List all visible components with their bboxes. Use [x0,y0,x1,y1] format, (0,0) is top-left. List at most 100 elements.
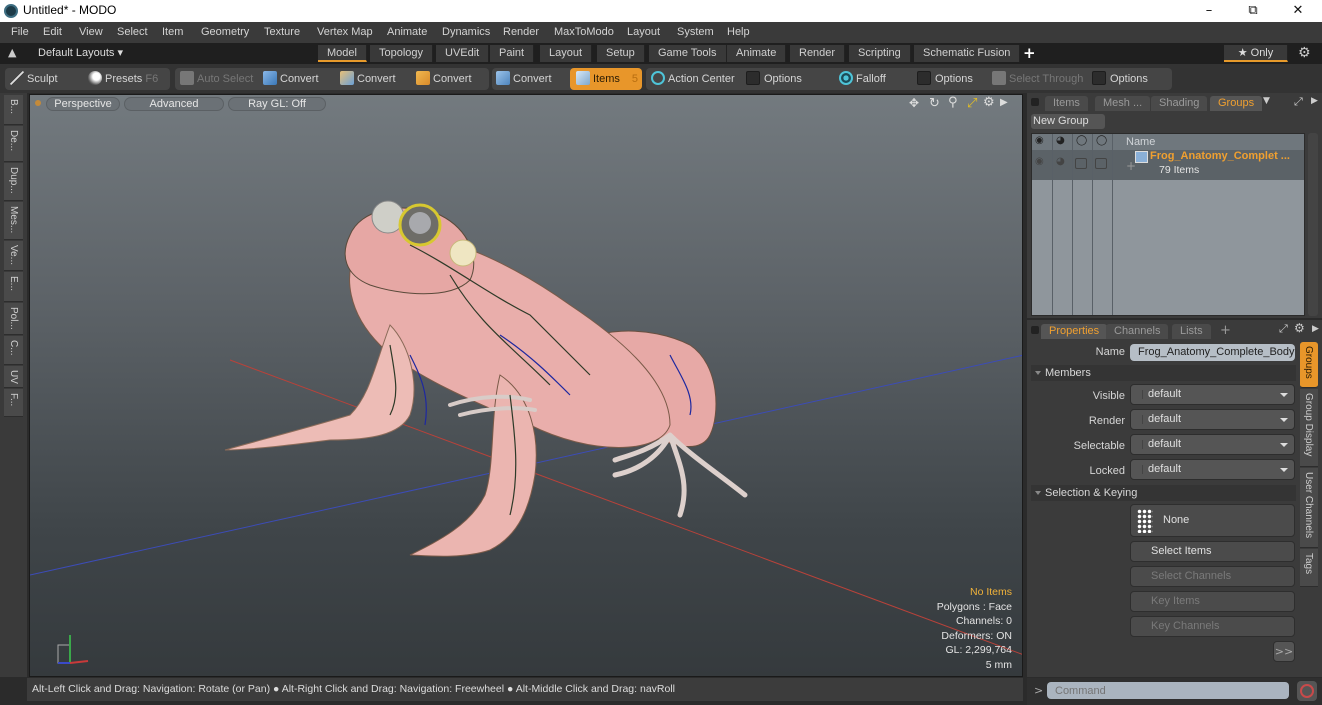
palette-tab-mesh-edit[interactable]: Mes... [4,202,23,240]
palette-tab-duplicate[interactable]: Dup... [4,163,23,201]
palette-tab-uv[interactable]: UV [4,366,23,388]
menu-vertex-map[interactable]: Vertex Map [317,26,373,38]
side-tab-user-channels[interactable]: User Channels [1300,468,1318,548]
menu-maxtomodo[interactable]: MaxToModo [554,26,614,38]
palette-tab-vertex[interactable]: Ve... [4,241,23,271]
menu-animate[interactable]: Animate [387,26,427,38]
falloff-button[interactable]: Falloff [839,68,886,90]
more-button[interactable]: >> [1273,641,1295,662]
select-channels-button[interactable]: Select Channels [1130,566,1295,587]
menu-select[interactable]: Select [117,26,148,38]
tab-animate[interactable]: Animate [727,45,787,62]
layout-collapse-icon[interactable]: ▲ [8,46,16,59]
convert-edges-button[interactable]: Convert [340,68,396,90]
members-section-header[interactable]: Members [1031,365,1296,381]
menu-item[interactable]: Item [162,26,183,38]
items-mode-button[interactable]: Items 5 [570,68,642,90]
command-input[interactable] [1047,682,1289,699]
menu-texture[interactable]: Texture [264,26,300,38]
lock-column-icon[interactable]: ◯ [1096,135,1107,146]
menu-geometry[interactable]: Geometry [201,26,249,38]
tab-groups[interactable]: Groups [1210,96,1263,111]
tab-game-tools[interactable]: Game Tools [649,45,727,62]
select-toggle[interactable] [1075,158,1087,169]
groups-scrollbar[interactable] [1308,133,1318,316]
new-group-button[interactable]: New Group [1031,114,1105,129]
menu-render[interactable]: Render [503,26,539,38]
select-column-icon[interactable]: ◯ [1076,135,1087,146]
panel-expand-icon[interactable]: ▶ [1311,96,1318,106]
tab-lists[interactable]: Lists [1172,324,1211,339]
add-tab-button[interactable]: + [1220,323,1231,338]
3d-viewport[interactable]: Perspective Advanced Ray GL: Off ✥ ↻ ⚲ ⤢… [29,94,1023,677]
restore-button[interactable]: ⧉ [1230,0,1276,22]
key-items-button[interactable]: Key Items [1130,591,1295,612]
render-dropdown[interactable]: default [1130,409,1295,430]
select-through-button[interactable]: Select Through [992,68,1083,90]
tab-channels[interactable]: Channels [1106,324,1169,339]
sculpt-button[interactable]: Sculpt [10,68,58,90]
presets-button[interactable]: Presets F6 [88,68,158,90]
menu-system[interactable]: System [677,26,714,38]
tab-properties[interactable]: Properties [1041,324,1108,339]
menu-view[interactable]: View [79,26,103,38]
menu-file[interactable]: File [11,26,29,38]
visible-dropdown[interactable]: default [1130,384,1295,405]
default-layouts-dropdown[interactable]: Default Layouts ▾ [38,46,123,59]
palette-tab-edge[interactable]: E... [4,272,23,302]
minimize-button[interactable]: – [1186,0,1232,22]
convert-polygons-button[interactable]: Convert [416,68,472,90]
visibility-column-icon[interactable]: ◉ [1035,135,1044,146]
tab-scripting[interactable]: Scripting [849,45,911,62]
action-center-button[interactable]: Action Center [651,68,735,90]
tab-items[interactable]: Items [1045,96,1088,111]
gear-icon[interactable]: ⚙ [1298,45,1311,61]
panel-menu-icon[interactable] [1031,98,1039,106]
panel-menu-icon[interactable] [1031,326,1039,334]
selection-mode-button[interactable]: None [1130,504,1295,537]
render-toggle-icon[interactable]: ◕ [1056,156,1065,167]
record-macro-button[interactable] [1297,681,1317,701]
tab-shading[interactable]: Shading [1151,96,1208,111]
maximize-panel-icon[interactable]: ⤢ [1294,95,1303,109]
palette-tab-polygon[interactable]: Pol... [4,303,23,335]
group-name-field[interactable]: Frog_Anatomy_Complete_Body ( [1130,344,1295,361]
render-column-icon[interactable]: ◕ [1056,135,1065,146]
menu-help[interactable]: Help [727,26,750,38]
tab-paint[interactable]: Paint [490,45,535,62]
action-center-options[interactable]: Options [746,68,802,90]
lock-toggle[interactable] [1095,158,1107,169]
side-tab-group-display[interactable]: Group Display [1300,389,1318,467]
tab-mesh[interactable]: Mesh ... [1095,96,1151,111]
tab-setup[interactable]: Setup [597,45,645,62]
key-channels-button[interactable]: Key Channels [1130,616,1295,637]
side-tab-tags[interactable]: Tags [1300,549,1318,587]
tab-schematic-fusion[interactable]: Schematic Fusion [914,45,1021,62]
palette-tab-basic[interactable]: B... [4,95,23,125]
side-tab-groups[interactable]: Groups [1300,342,1318,388]
select-through-options[interactable]: Options [1092,68,1148,90]
name-column-header[interactable]: Name [1126,136,1155,148]
select-items-button[interactable]: Select Items [1130,541,1295,562]
auto-select-button[interactable]: Auto Select [180,68,253,90]
menu-dynamics[interactable]: Dynamics [442,26,490,38]
maximize-panel-icon[interactable]: ⤢ [1279,322,1288,336]
close-button[interactable]: ✕ [1275,0,1321,22]
tab-uvedit[interactable]: UVEdit [436,45,490,62]
panel-expand-icon[interactable]: ▶ [1312,324,1319,334]
add-layout-tab-button[interactable]: + [1023,44,1036,62]
groups-list[interactable]: ◉ ◕ ◯ ◯ Name ◉ ◕ + Frog_Anatomy_Complet … [1031,133,1305,316]
tab-render[interactable]: Render [790,45,846,62]
selection-keying-section-header[interactable]: Selection & Keying [1031,485,1296,501]
visibility-toggle-icon[interactable]: ◉ [1035,156,1044,167]
tabs-dropdown-icon[interactable]: ▼ [1263,96,1270,106]
selectable-dropdown[interactable]: default [1130,434,1295,455]
convert-vertices-button[interactable]: Convert [263,68,319,90]
tab-model[interactable]: Model [318,45,367,62]
palette-tab-curve[interactable]: C... [4,336,23,365]
panel-gear-icon[interactable]: ⚙ [1294,321,1305,335]
palette-tab-fusion[interactable]: F... [4,389,23,417]
convert-items-button[interactable]: Convert [496,68,552,90]
palette-tab-deform[interactable]: De... [4,126,23,162]
falloff-options[interactable]: Options [917,68,973,90]
